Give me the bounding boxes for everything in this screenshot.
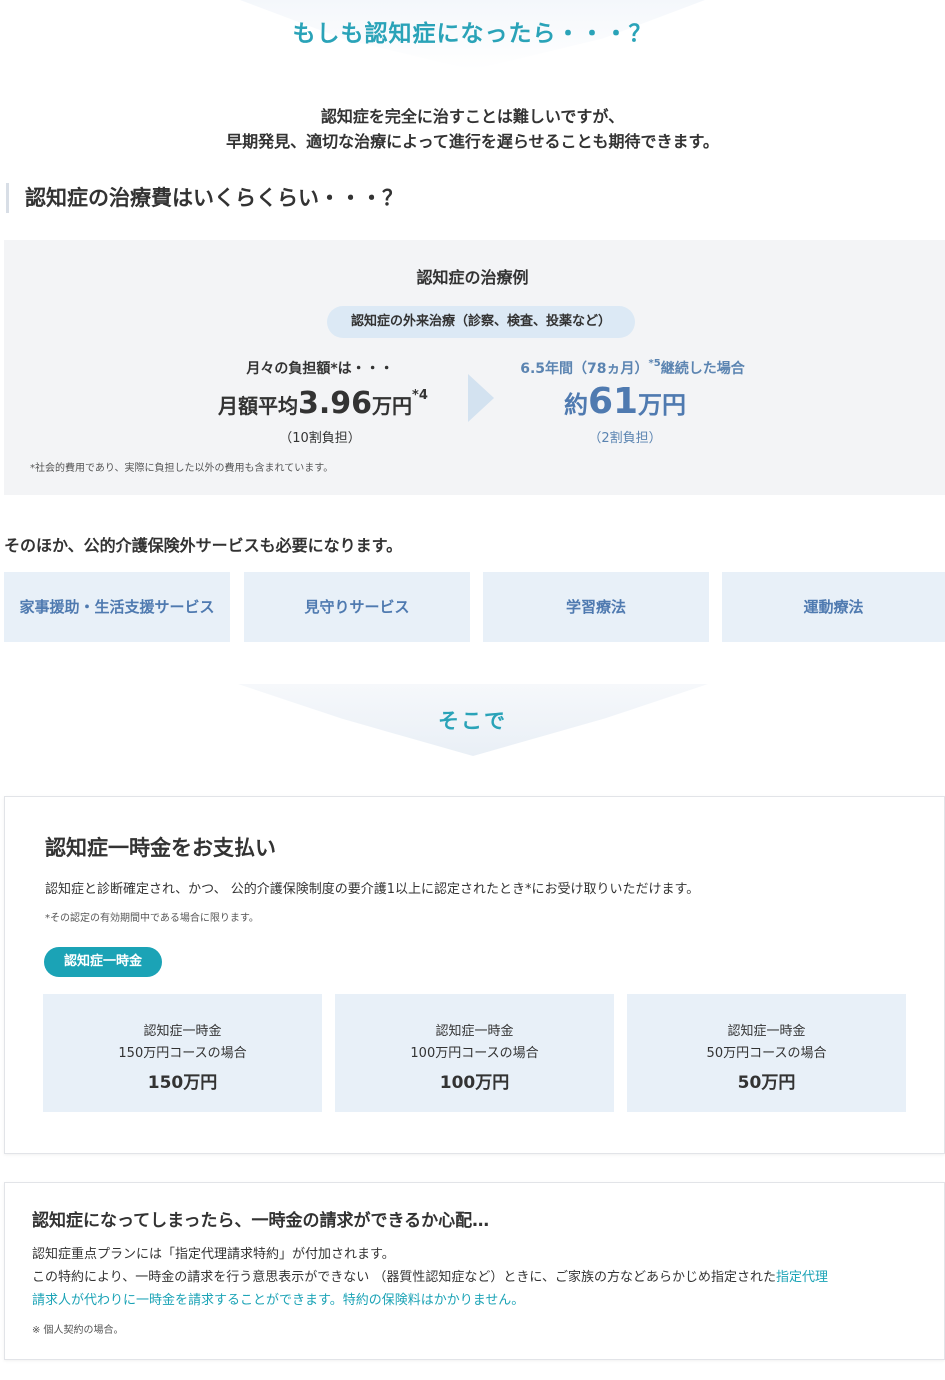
plan-course: 150万円コースの場合 bbox=[118, 1046, 247, 1061]
total-cost-amount: 61 bbox=[587, 381, 639, 422]
proxy-claim-note: ※ 個人契約の場合。 bbox=[32, 1325, 124, 1336]
plan-card-50: 認知症一時金 50万円コースの場合 50万円 bbox=[627, 994, 906, 1112]
total-cost-share: （2割負担） bbox=[588, 431, 662, 446]
cost-example-title: 認知症の治療例 bbox=[416, 268, 529, 287]
plan-name: 認知症一時金 bbox=[143, 1024, 222, 1039]
service-exercise-therapy: 運動療法 bbox=[722, 572, 945, 642]
intro-line-1: 認知症を完全に治すことは難しいですが、 bbox=[320, 107, 625, 126]
plan-amount: 50万円 bbox=[737, 1073, 796, 1093]
arrow-right-icon bbox=[468, 374, 494, 422]
total-cost-unit: 万円 bbox=[638, 391, 687, 419]
cost-section-heading: 認知症の治療費はいくらくらい・・・？ bbox=[6, 183, 403, 213]
plan-name: 認知症一時金 bbox=[727, 1024, 806, 1039]
proxy-claim-title: 認知症になってしまったら、一時金の請求ができるか心配… bbox=[32, 1211, 490, 1231]
plan-course: 100万円コースの場合 bbox=[410, 1046, 539, 1061]
lump-sum-title: 認知症一時金をお支払い bbox=[45, 836, 276, 860]
soko-label: そこで bbox=[438, 709, 507, 733]
monthly-cost-unit: 万円 bbox=[372, 394, 413, 418]
monthly-cost-share: （10割負担） bbox=[279, 431, 361, 446]
proxy-claim-line-2: この特約により、一時金の請求を行う意思表示ができない （器質性認知症など）ときに… bbox=[32, 1266, 828, 1285]
proxy-claim-line-1: 認知症重点プランには「指定代理請求特約」が付加されます。 bbox=[32, 1247, 395, 1262]
lump-sum-description: 認知症と診断確定され、かつ、 公的介護保険制度の要介護1以上に認定されたとき*に… bbox=[45, 882, 700, 897]
total-cost-period: 6.5年間（78ヵ月） bbox=[520, 361, 649, 377]
intro-line-2: 早期発見、適切な治療によって進行を遅らせることも期待できます。 bbox=[226, 132, 719, 151]
outpatient-pill: 認知症の外来治療（診察、検査、投薬など） bbox=[327, 306, 635, 338]
plan-amount: 100万円 bbox=[439, 1073, 510, 1093]
lump-sum-note: *その認定の有効期間中である場合に限ります。 bbox=[45, 913, 259, 924]
monthly-cost-label: 月々の負担額*は・・・ bbox=[246, 361, 394, 377]
monthly-cost-footnote: *4 bbox=[412, 388, 428, 403]
other-services-lead: そのほか、公的介護保険外サービスも必要になります。 bbox=[4, 536, 403, 555]
service-learning-therapy: 学習療法 bbox=[483, 572, 709, 642]
total-cost-condition: 継続した場合 bbox=[660, 361, 745, 377]
plan-amount: 150万円 bbox=[147, 1073, 218, 1093]
total-cost-prefix: 約 bbox=[563, 391, 588, 419]
plan-course: 50万円コースの場合 bbox=[706, 1046, 827, 1061]
hero-title: もしも認知症になったら・・・？ bbox=[292, 21, 653, 47]
total-cost-footnote: *5 bbox=[648, 358, 661, 369]
proxy-claim-text: この特約により、一時金の請求を行う意思表示ができない （器質性認知症など）ときに… bbox=[32, 1270, 776, 1285]
proxy-claim-highlight-cont: 請求人が代わりに一時金を請求することができます。特約の保険料はかかりません。 bbox=[32, 1293, 525, 1308]
proxy-claim-line-3: 請求人が代わりに一時金を請求することができます。特約の保険料はかかりません。 bbox=[32, 1289, 524, 1308]
plan-card-100: 認知症一時金 100万円コースの場合 100万円 bbox=[335, 994, 614, 1112]
monthly-cost-value: 月額平均3.96万円*4 bbox=[218, 386, 428, 421]
total-cost-label: 6.5年間（78ヵ月）*5継続した場合 bbox=[505, 358, 760, 378]
cost-footnote: *社会的費用であり、実際に負担した以外の費用も含まれています。 bbox=[30, 463, 334, 474]
service-monitoring: 見守りサービス bbox=[244, 572, 470, 642]
total-cost-value: 約61万円 bbox=[505, 381, 745, 422]
monthly-cost-amount: 3.96 bbox=[298, 386, 373, 421]
plan-card-150: 認知症一時金 150万円コースの場合 150万円 bbox=[43, 994, 322, 1112]
plan-name: 認知症一時金 bbox=[435, 1024, 514, 1039]
lump-sum-badge: 認知症一時金 bbox=[44, 947, 162, 977]
proxy-claim-highlight: 指定代理 bbox=[775, 1270, 828, 1285]
monthly-cost-prefix: 月額平均 bbox=[218, 394, 298, 418]
intro-text: 認知症を完全に治すことは難しいですが、 早期発見、適切な治療によって進行を遅らせ… bbox=[0, 104, 945, 154]
service-housework: 家事援助・生活支援サービス bbox=[4, 572, 230, 642]
